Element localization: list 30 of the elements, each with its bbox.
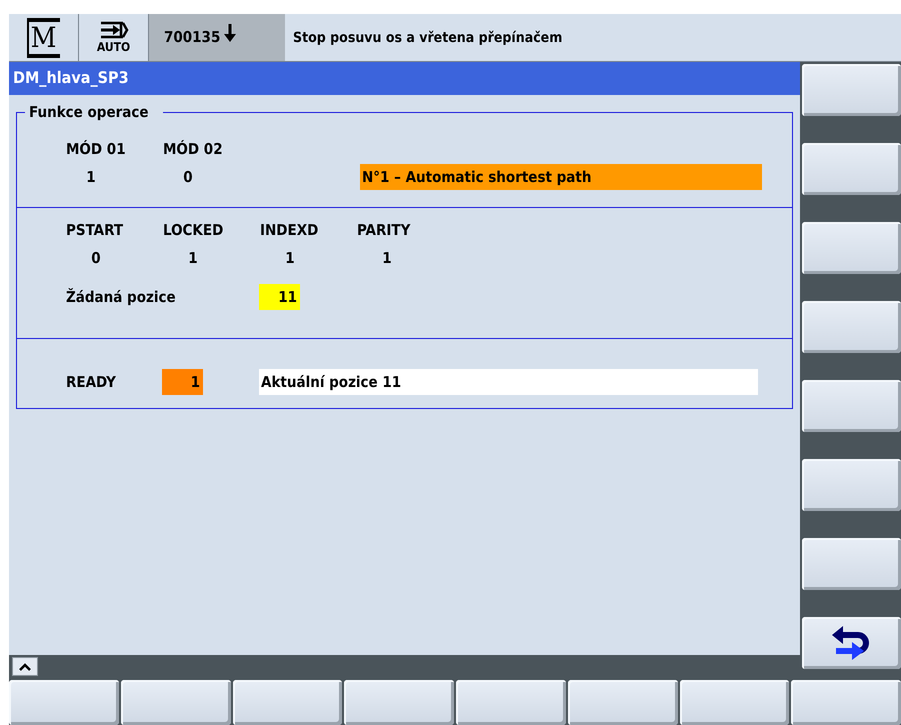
field-label: MÓD 02: [163, 139, 223, 159]
field-value: 0: [90, 248, 102, 268]
field-value: 1: [85, 167, 97, 187]
mode-label: AUTO: [96, 41, 130, 54]
softkey-button[interactable]: [802, 617, 901, 669]
caret-icon: [19, 662, 31, 670]
field-label: PSTART: [66, 220, 124, 240]
field-value: 0: [182, 167, 194, 187]
value-field: 11: [259, 284, 300, 310]
field-label: INDEXD: [260, 220, 318, 240]
field-value: 1: [284, 248, 296, 268]
field-label: Žádaná pozice: [66, 288, 177, 306]
field-label: MÓD 01: [66, 139, 126, 159]
field-label: READY: [66, 373, 117, 391]
area-logo: M: [26, 18, 60, 58]
value-field: 1: [162, 369, 203, 395]
status-display: Aktuální pozice 11: [259, 369, 758, 395]
alarm-message: Stop posuvu os a vřetena přepínačem: [292, 30, 562, 46]
field-label: LOCKED: [163, 220, 224, 240]
expand-button[interactable]: [12, 657, 38, 676]
arrow-into-box-icon: [98, 21, 128, 39]
field-label: PARITY: [357, 220, 410, 240]
field-value: 1: [381, 248, 393, 268]
down-arrow-icon: [224, 24, 236, 42]
window-title: DM_hlava_SP3: [9, 62, 800, 95]
status-display: N°1 – Automatic shortest path: [360, 164, 762, 190]
group-title: Funkce operace: [25, 103, 163, 121]
alarm-cell[interactable]: 700135: [149, 14, 285, 61]
field-value: 1: [187, 248, 199, 268]
alarm-number: 700135: [164, 28, 220, 46]
